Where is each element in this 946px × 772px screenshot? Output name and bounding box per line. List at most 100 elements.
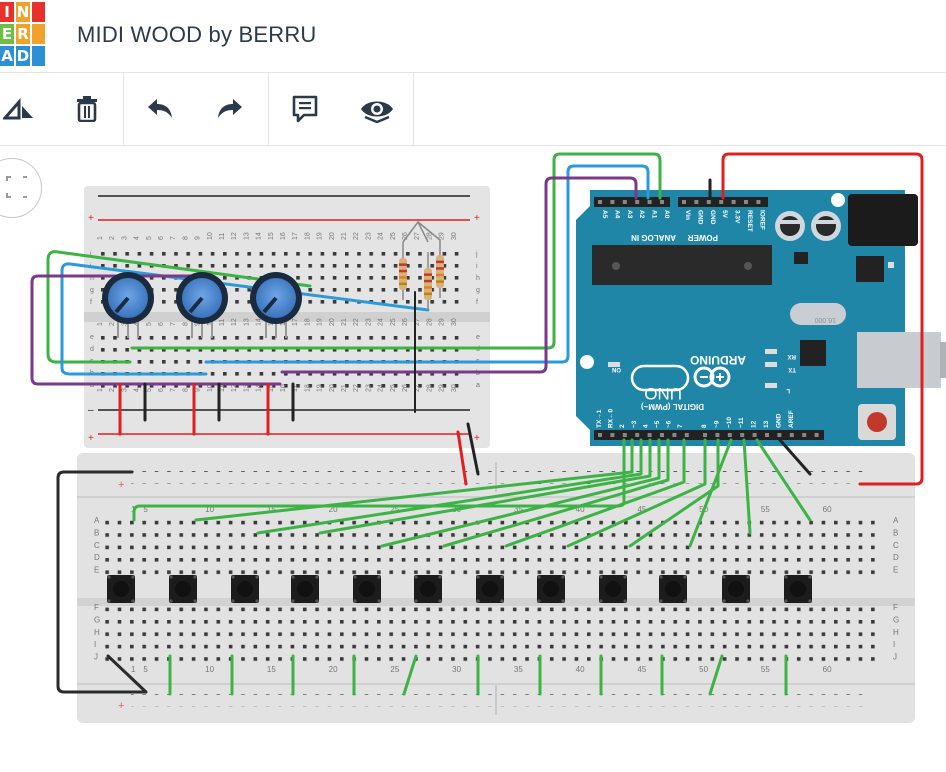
pushbutton-pin	[414, 575, 418, 579]
circuit-canvas[interactable]: + + 1 1 5 5 10 10 15 15 20 20 25 25 30 30 35 35 40 40 45 45…	[0, 146, 946, 772]
digital-pin-label: 8	[701, 424, 708, 428]
pushbutton-pin	[107, 575, 111, 579]
resistor-band	[399, 282, 407, 286]
pushbutton-pin	[599, 599, 603, 603]
pushbutton-pin	[808, 575, 812, 579]
column-number: 25	[390, 665, 399, 674]
digital-pin-label: 7	[677, 424, 684, 428]
circuit-drawing[interactable]: + + 115510101515202025253030353540404545…	[0, 146, 946, 772]
column-number: 55	[761, 665, 770, 674]
column-number: 2	[109, 236, 116, 240]
column-number: 19	[317, 384, 324, 392]
arduino-uno[interactable]: ARDUINO UNO ANALOG IN POWER DIGITAL (PWM…	[576, 190, 946, 446]
row-letter: I	[893, 640, 895, 649]
undo-button[interactable]	[137, 73, 183, 145]
column-number: 1	[97, 236, 104, 240]
row-letter: A	[94, 516, 100, 525]
analog-pin-label: A2	[638, 210, 645, 219]
logo-letter: I	[0, 2, 14, 22]
column-number: 13	[243, 318, 250, 326]
column-number: 20	[329, 665, 338, 674]
header-hole	[647, 433, 652, 437]
row-letter: F	[94, 603, 99, 612]
notes-button[interactable]	[282, 73, 328, 145]
digital-pin-label: ~11	[738, 417, 745, 428]
pushbutton-pin	[722, 575, 726, 579]
project-title[interactable]: MIDI WOOD by BERRU	[77, 22, 317, 48]
pushbutton-pin	[169, 599, 173, 603]
column-number: 24	[378, 318, 385, 326]
tinkercad-logo[interactable]: I N E R A D	[0, 2, 45, 68]
digital-pin-label: TX→1	[596, 409, 603, 428]
digital-header-label: DIGITAL (PWM~)	[641, 402, 704, 411]
analog-pin-label: A3	[626, 210, 633, 219]
svg-text:+: +	[474, 213, 480, 224]
redo-button[interactable]	[207, 73, 253, 145]
pushbutton-pin	[438, 575, 442, 579]
column-number: 21	[341, 232, 348, 240]
pushbutton-pin	[683, 575, 687, 579]
column-number: 2	[109, 388, 116, 392]
column-number: 30	[451, 384, 458, 392]
header-hole	[622, 200, 627, 204]
header-hole	[647, 200, 652, 204]
pushbutton-pin	[377, 575, 381, 579]
resistor-band	[436, 267, 444, 270]
row-letter: C	[94, 541, 100, 550]
column-number: 22	[353, 232, 360, 240]
pushbutton-pin	[231, 599, 235, 603]
header-hole	[765, 433, 769, 437]
led-label-rx: RX	[788, 353, 796, 359]
delete-button[interactable]	[64, 73, 110, 145]
analog-pin-label: A4	[613, 210, 620, 219]
column-number: 35	[514, 665, 523, 674]
pushbutton-pin	[561, 575, 565, 579]
column-number: 25	[390, 384, 397, 392]
digital-pin-label: 12	[751, 420, 758, 428]
logo-letter: A	[0, 46, 14, 66]
power-pin-label: RESET	[746, 210, 753, 232]
column-number: 2	[109, 322, 116, 326]
svg-text:+: +	[474, 433, 480, 444]
fit-view-button[interactable]	[0, 158, 42, 218]
pushbutton-pin	[414, 599, 418, 603]
column-number: 10	[205, 665, 214, 674]
pushbutton-pin	[746, 575, 750, 579]
svg-text:+: +	[88, 433, 94, 444]
pushbutton-pin	[784, 575, 788, 579]
header-hole	[672, 433, 677, 437]
column-number: 15	[267, 665, 276, 674]
column-number: 8	[182, 388, 189, 392]
pushbutton-pin	[808, 599, 812, 603]
column-number: 22	[353, 318, 360, 326]
resistor-body	[424, 268, 432, 300]
digital-pin-label: 4	[642, 424, 649, 428]
pushbutton	[784, 575, 812, 603]
crystal-label: 16.000	[814, 316, 836, 323]
header-hole	[694, 200, 699, 204]
led-label-tx: TX	[788, 366, 796, 372]
row-letter: J	[94, 653, 98, 662]
resistor-body	[436, 255, 444, 288]
power-pin-label: GND	[696, 210, 703, 225]
pushbutton	[537, 575, 565, 603]
power-pin-label: Vin	[684, 210, 691, 220]
pushbutton-cap	[482, 581, 498, 597]
pushbutton-pin	[500, 575, 504, 579]
undo-icon	[148, 99, 172, 118]
column-number: 45	[637, 665, 646, 674]
digital-pin-label: AREF	[788, 410, 795, 428]
column-number: 19	[317, 318, 324, 326]
column-number: 25	[390, 232, 397, 240]
resistor-body	[399, 258, 407, 290]
pushbutton-pin	[255, 599, 259, 603]
power-pin-label: GND	[709, 210, 716, 225]
header-hole	[682, 200, 686, 204]
pushbutton	[599, 575, 627, 603]
rotate-button[interactable]	[0, 73, 40, 145]
row-letter: f	[90, 299, 92, 306]
pushbutton-pin	[659, 575, 663, 579]
column-number: 7	[170, 322, 177, 326]
digital-pin-label: RX←0	[608, 408, 615, 428]
visibility-button[interactable]	[352, 73, 402, 145]
